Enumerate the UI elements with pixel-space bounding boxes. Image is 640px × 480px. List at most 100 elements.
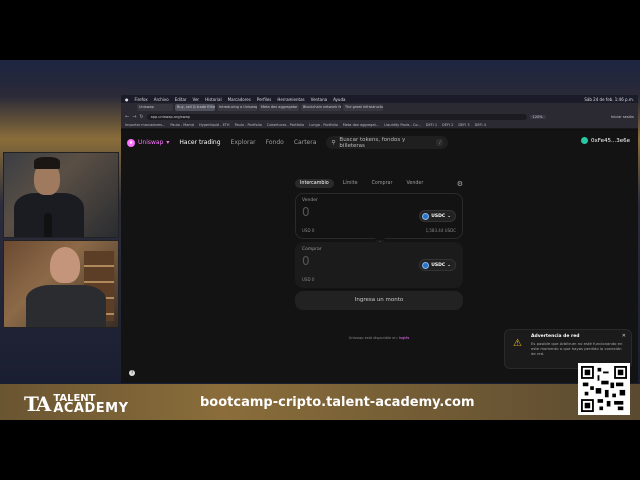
- nav-pool[interactable]: Fondo: [266, 139, 284, 146]
- bookmark-item[interactable]: Paulo - Portfolio: [235, 123, 262, 127]
- bookmark-item[interactable]: Lunga - Portfolio: [309, 123, 338, 127]
- usdc-icon: [422, 212, 430, 220]
- zoom-level[interactable]: 120%: [529, 114, 546, 119]
- wallet-avatar-icon: [580, 137, 588, 144]
- menubar-clock[interactable]: Sáb 24 de feb. 1:46 p.m.: [584, 97, 634, 102]
- screen-share: ● Firefox Archivo Editar Ver Historial M…: [121, 95, 638, 383]
- bookmark-item[interactable]: Meta dex aggregat...: [343, 123, 379, 127]
- menu-item[interactable]: Historial: [205, 97, 222, 102]
- stream-frame: ● Firefox Archivo Editar Ver Historial M…: [0, 0, 640, 480]
- webcam-presenter-2: [3, 240, 119, 328]
- bookmark-item[interactable]: DEFI 1: [426, 123, 437, 127]
- chevron-down-icon: ▾: [166, 139, 170, 146]
- usdc-icon: [422, 261, 430, 269]
- browser-toolbar: ← → ↻ app.uniswap.org/swap 120% Iniciar …: [121, 112, 638, 121]
- browser-tabbar: Uniswap Buy, sell & trade Ethereum and o…: [121, 103, 638, 112]
- availability-note: Uniswap está disponible en: Inglés: [295, 336, 463, 340]
- presenter-body: [26, 285, 106, 327]
- sell-usd-value: USD 0: [302, 228, 315, 233]
- menu-item[interactable]: Archivo: [154, 97, 169, 102]
- presenter-hair: [34, 157, 60, 169]
- sell-label: Vender: [302, 198, 318, 203]
- tab-limit[interactable]: Límite: [338, 179, 363, 188]
- bookmark-item[interactable]: DEFI 2: [442, 123, 453, 127]
- qr-code-graphic: [581, 366, 627, 412]
- sell-panel[interactable]: Vender 0 USDC ⌄ USD 0 1,583.44 USDC: [295, 193, 463, 239]
- gear-icon[interactable]: ⚙: [457, 180, 463, 188]
- buy-usd-value: USD 0: [302, 277, 315, 282]
- bookmark-item[interactable]: Importar marcadores...: [125, 123, 165, 127]
- help-icon[interactable]: ?: [129, 370, 135, 376]
- menu-item[interactable]: Firefox: [135, 97, 148, 102]
- nav-explore[interactable]: Explorar: [231, 139, 256, 146]
- unicorn-icon: ★: [127, 138, 135, 147]
- swap-tabs: Intercambio Límite Comprar Vender ⚙: [295, 178, 463, 189]
- microphone-icon: [44, 213, 52, 237]
- buy-panel[interactable]: Comprar 0 USDC ⌄ USD 0: [295, 242, 463, 288]
- language-link[interactable]: Inglés: [399, 336, 409, 340]
- bookmark-item[interactable]: Hyperliquid - ETH: [199, 123, 230, 127]
- forward-icon[interactable]: →: [132, 114, 136, 120]
- bookmarks-bar: Importar marcadores... Paulo - Mamá Hype…: [121, 121, 638, 129]
- buy-token-selector[interactable]: USDC ⌄: [419, 259, 456, 271]
- logo-text: Uniswap: [138, 139, 164, 146]
- buy-label: Comprar: [302, 247, 322, 252]
- sell-token-symbol: USDC: [431, 213, 446, 219]
- buy-token-symbol: USDC: [431, 262, 446, 268]
- brand-text: TALENT ACADEMY: [53, 394, 129, 416]
- browser-tab[interactable]: Introducing a Uniswap v4...: [217, 104, 257, 111]
- menu-item[interactable]: Herramientas: [277, 97, 304, 102]
- lower-third-banner: TA TALENT ACADEMY bootcamp-cripto.talent…: [0, 384, 640, 420]
- uniswap-logo[interactable]: ★ Uniswap ▾: [127, 138, 170, 147]
- wallet-button[interactable]: 0xFe45...3e6e: [580, 137, 630, 144]
- search-input[interactable]: ⚲ Buscar tokens, fondos y billeteras /: [326, 136, 449, 149]
- brand-mark: TA: [24, 392, 51, 416]
- enter-amount-button[interactable]: Ingresa un monto: [295, 291, 463, 310]
- wallet-address: 0xFe45...3e6e: [590, 137, 630, 144]
- presenter-head: [50, 247, 80, 283]
- availability-text: Uniswap está disponible en:: [348, 336, 398, 340]
- swap-widget: Intercambio Límite Comprar Vender ⚙ Vend…: [295, 178, 463, 310]
- webcam-presenter-1: [3, 152, 119, 238]
- browser-tab-active[interactable]: Buy, sell & trade Ethereum and other...: [175, 104, 215, 111]
- reload-icon[interactable]: ↻: [139, 114, 143, 120]
- warning-icon: ⚠: [513, 338, 522, 349]
- menu-item[interactable]: Perfiles: [257, 97, 272, 102]
- uniswap-app: ★ Uniswap ▾ Hacer trading Explorar Fondo…: [121, 131, 638, 383]
- nav-trade[interactable]: Hacer trading: [179, 139, 220, 146]
- bookmark-item[interactable]: DEFI 3: [458, 123, 469, 127]
- bookmark-item[interactable]: DEFI 4: [475, 123, 486, 127]
- keyboard-shortcut: /: [436, 139, 444, 146]
- tab-swap[interactable]: Intercambio: [295, 179, 334, 188]
- qr-code: [578, 363, 630, 415]
- menu-item[interactable]: Editar: [175, 97, 187, 102]
- sell-balance[interactable]: 1,583.44 USDC: [426, 228, 456, 233]
- browser-tab[interactable]: Uniswap: [137, 104, 173, 111]
- nav-portfolio[interactable]: Cartera: [294, 139, 317, 146]
- browser-tab[interactable]: Blockchain network fees: [301, 104, 341, 111]
- bookmark-item[interactable]: Coberturas - Portfolio: [267, 123, 304, 127]
- tab-sell[interactable]: Vender: [401, 179, 428, 188]
- browser-tab[interactable]: The great infrastructure...: [343, 104, 383, 111]
- tab-buy[interactable]: Comprar: [367, 179, 398, 188]
- browser-tab[interactable]: Meta dex aggregator - DeFiLlama: [259, 104, 299, 111]
- menu-item[interactable]: Ventana: [311, 97, 327, 102]
- toast-body: Es posible que Arbitrum no esté funciona…: [531, 341, 623, 356]
- bookmark-item[interactable]: Paulo - Mamá: [170, 123, 194, 127]
- talent-academy-logo: TA TALENT ACADEMY: [24, 392, 129, 416]
- menu-item[interactable]: Ver: [193, 97, 200, 102]
- bookmark-item[interactable]: Liquidity Pools - Co...: [384, 123, 421, 127]
- menu-item[interactable]: Marcadores: [228, 97, 251, 102]
- close-icon[interactable]: ✕: [622, 333, 626, 339]
- brand-line-2: ACADEMY: [53, 401, 129, 416]
- back-icon[interactable]: ←: [125, 114, 129, 120]
- chevron-down-icon: ⌄: [447, 262, 451, 268]
- search-icon: ⚲: [331, 139, 336, 146]
- apple-icon[interactable]: ●: [125, 97, 129, 102]
- menu-item[interactable]: Ayuda: [333, 97, 345, 102]
- website-url: bootcamp-cripto.talent-academy.com: [200, 395, 475, 410]
- address-bar[interactable]: app.uniswap.org/swap: [146, 113, 527, 120]
- account-button[interactable]: Iniciar sesión: [611, 115, 634, 119]
- sell-token-selector[interactable]: USDC ⌄: [419, 210, 456, 222]
- mac-menubar: ● Firefox Archivo Editar Ver Historial M…: [121, 95, 638, 103]
